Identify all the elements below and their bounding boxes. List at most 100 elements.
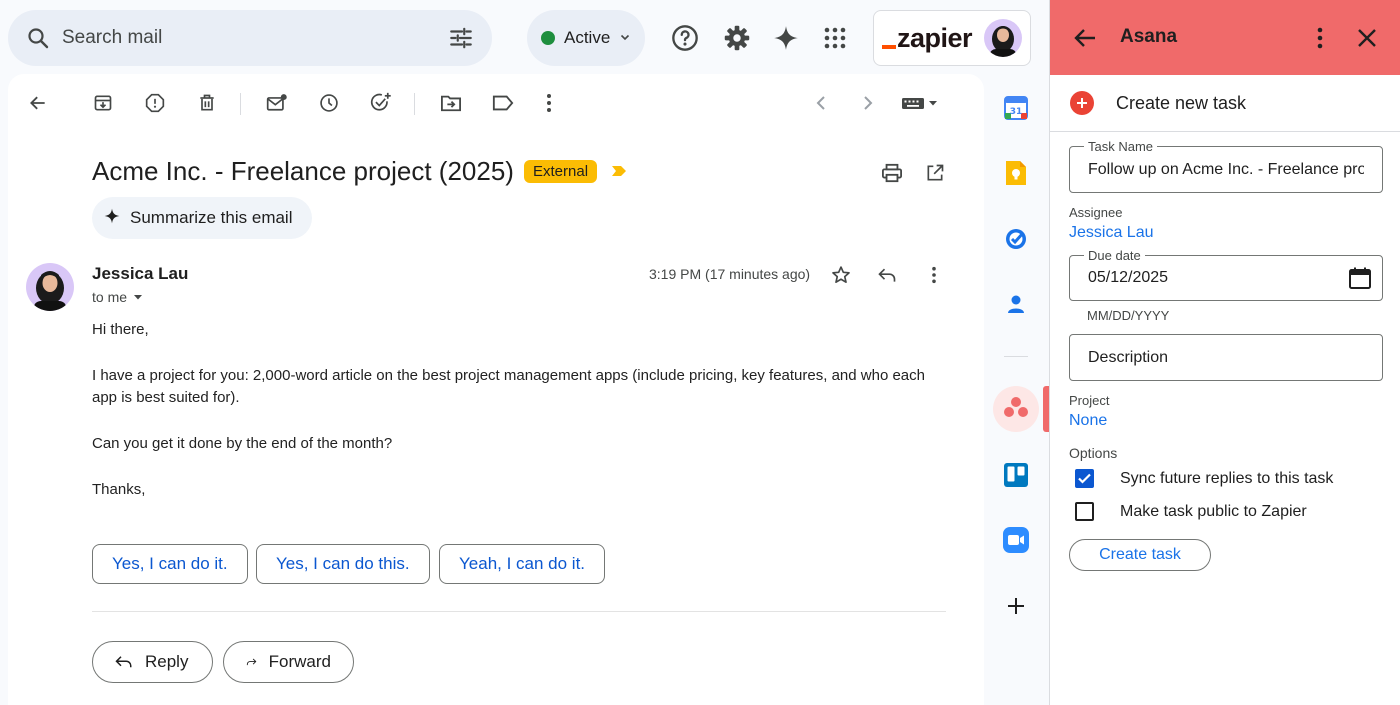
report-spam-icon[interactable] [142,90,168,116]
external-label-badge[interactable]: External [524,160,598,183]
panel-header: Asana [1050,0,1400,75]
option-label: Make task public to Zapier [1120,502,1307,520]
label-icon[interactable] [490,90,516,116]
more-vertical-icon[interactable] [536,90,562,116]
search-icon[interactable] [24,24,52,52]
keep-icon[interactable] [999,156,1033,190]
status-selector[interactable]: Active [527,10,645,66]
create-new-task-label: Create new task [1116,92,1247,113]
summarize-email-button[interactable]: Summarize this email [92,197,312,239]
archive-icon[interactable] [90,90,116,116]
assignee-label: Assignee [1069,205,1123,220]
gemini-sparkle-icon[interactable] [768,20,804,56]
message-view: Acme Inc. - Freelance project (2025) Ext… [8,74,984,705]
toolbar-divider [240,93,241,115]
forward-icon [246,658,257,666]
search-bar[interactable] [8,10,492,66]
calendar-icon[interactable]: 31 [999,91,1033,125]
search-options-icon[interactable] [446,23,476,53]
task-name-label: Task Name [1084,139,1158,154]
divider [92,611,946,612]
project-value[interactable]: None [1069,412,1107,430]
status-dot [541,31,555,45]
contacts-icon[interactable] [999,287,1033,321]
newer-icon[interactable] [808,90,834,116]
summarize-label: Summarize this email [130,208,293,227]
reply-label: Reply [145,652,189,671]
panel-title: Asana [1120,26,1178,47]
forward-label: Forward [268,652,331,671]
options-label: Options [1069,445,1118,461]
email-body-line: Hi there, [92,321,149,338]
chevron-down-icon [619,28,631,48]
sparkle-icon [104,208,120,229]
checkbox-unchecked[interactable] [1075,502,1094,521]
description-field[interactable] [1069,334,1383,381]
mark-unread-icon[interactable] [264,90,290,116]
option-sync-replies[interactable]: Sync future replies to this task [1075,469,1333,488]
asana-side-panel: Asana Create new task Task Name Assignee… [1049,0,1400,705]
due-date-label: Due date [1084,248,1145,263]
add-task-icon[interactable] [368,90,394,116]
search-input[interactable] [62,27,446,49]
back-arrow-icon[interactable] [25,90,51,116]
snooze-icon[interactable] [316,90,342,116]
smart-reply-button[interactable]: Yes, I can do this. [256,544,430,584]
forward-button[interactable]: Forward [223,641,354,683]
recipient-details[interactable]: to me [92,289,143,305]
tasks-icon[interactable] [999,222,1033,256]
account-badge[interactable]: zapier [873,10,1031,66]
svg-text:31: 31 [1010,107,1023,117]
apps-grid-icon[interactable] [817,20,853,56]
email-body-line: I have a project for you: 2,000-word art… [92,367,925,406]
keyboard-icon[interactable] [898,90,944,116]
more-vertical-icon[interactable] [1306,24,1334,52]
user-avatar[interactable] [984,19,1022,57]
open-in-new-window-icon[interactable] [922,160,948,186]
sender-avatar[interactable] [26,263,74,311]
create-new-task-header: Create new task [1050,75,1400,132]
caret-down-icon [134,295,143,300]
email-body-line: Can you get it done by the end of the mo… [92,435,393,452]
trello-icon[interactable] [999,458,1033,492]
calendar-picker-icon[interactable] [1348,266,1372,295]
add-circle-icon [1070,91,1094,115]
due-date-hint: MM/DD/YYYY [1087,308,1170,323]
sender-name[interactable]: Jessica Lau [92,264,188,284]
importance-marker-icon[interactable] [611,164,627,182]
option-public-to-zapier[interactable]: Make task public to Zapier [1075,502,1307,521]
smart-reply-button[interactable]: Yes, I can do it. [92,544,248,584]
status-label: Active [564,28,611,47]
rail-divider [1004,356,1028,357]
reply-icon [115,656,132,668]
help-icon[interactable] [667,20,703,56]
close-icon[interactable] [1353,24,1381,52]
toolbar-divider [414,93,415,115]
smart-reply-button[interactable]: Yeah, I can do it. [439,544,606,584]
email-subject: Acme Inc. - Freelance project (2025) [92,156,514,186]
zoom-icon[interactable] [999,523,1033,557]
move-to-icon[interactable] [438,90,464,116]
back-arrow-icon[interactable] [1071,24,1099,52]
add-addon-icon[interactable] [999,589,1033,623]
zapier-logo: zapier [882,23,973,54]
reply-icon[interactable] [874,262,900,288]
star-icon[interactable] [828,262,854,288]
task-name-field[interactable]: Task Name [1069,139,1383,193]
settings-gear-icon[interactable] [719,20,755,56]
checkbox-checked[interactable] [1075,469,1094,488]
asana-icon [1003,396,1029,423]
reply-button[interactable]: Reply [92,641,213,683]
description-input[interactable] [1070,335,1382,380]
asana-addon-button[interactable] [993,386,1039,432]
assignee-value[interactable]: Jessica Lau [1069,224,1154,242]
print-icon[interactable] [879,160,905,186]
email-body-line: Thanks, [92,481,146,498]
delete-icon[interactable] [194,90,220,116]
email-timestamp: 3:19 PM (17 minutes ago) [649,266,811,282]
message-more-icon[interactable] [921,262,947,288]
project-label: Project [1069,393,1110,408]
older-icon[interactable] [855,90,881,116]
due-date-field[interactable]: Due date [1069,248,1383,301]
create-task-button[interactable]: Create task [1069,539,1211,571]
